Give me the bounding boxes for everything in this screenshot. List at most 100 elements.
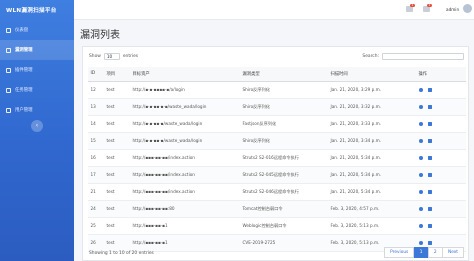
sidebar-item-label: 漏洞管理 [15,48,33,53]
trash-icon[interactable] [428,155,432,161]
row-vuln-type: Struts2 S2-046远程命令执行 [240,183,328,201]
vuln-table: ID 项目 目标资产 漏洞类型 扫描时间 操作 12 test http://▪·▪… [88,67,466,252]
row-project: test [104,132,130,150]
row-vuln-type: Struts2 S2-045远程命令执行 [240,166,328,184]
row-vuln-type: Shiro反序列化 [240,98,328,116]
info-icon[interactable] [418,189,423,195]
page-title: 漏洞列表 [80,30,120,41]
sidebar-item-plugins[interactable]: 插件管理 [0,60,74,80]
info-icon[interactable] [418,155,423,161]
row-id: 14 [88,115,104,133]
column-header[interactable]: 扫描时间 [328,67,416,82]
trash-icon[interactable] [428,121,432,127]
row-actions [416,217,466,235]
page-size-select[interactable]: 10 [103,53,120,60]
row-target: http://▪▪▪·▪▪·▪1 [130,234,240,252]
row-project: test [104,81,130,99]
table-row: 15 test http://▪·▪·▪▪·▪/waste_wada/login Sh… [88,132,466,150]
dashboard-icon [6,27,11,33]
search-control: Search: [362,53,464,60]
page-1-button[interactable]: 1 [413,247,429,258]
row-actions [416,132,466,150]
trash-icon[interactable] [428,223,432,229]
column-header[interactable]: 漏洞类型 [240,67,328,82]
column-header[interactable]: ID [88,67,104,82]
row-vuln-type: Tomcat控制台弱口令 [240,200,328,218]
row-project: test [104,98,130,116]
table-row: 24 test http://▪▪▪·▪▪·▪▪:80 Tomcat控制台弱口令 Feb… [88,200,466,218]
trash-icon[interactable] [428,138,432,144]
message-icon[interactable]: 1 [423,4,432,12]
pagination: Previous 1 2 Next [384,247,464,258]
notification-badge: 1 [410,4,415,8]
trash-icon[interactable] [428,172,432,178]
row-id: 17 [88,166,104,184]
info-icon[interactable] [418,121,423,127]
row-target: http://▪·▪·▪▪·▪·▪/waste_wada/login [130,98,240,116]
row-vuln-type: Shiro反序列化 [240,132,328,150]
trash-icon[interactable] [428,206,432,212]
sidebar-collapse-button[interactable]: ‹ [31,120,43,132]
row-scan-time: Feb. 3, 2020, 5:13 p.m. [328,217,416,235]
row-actions [416,98,466,116]
row-actions [416,81,466,99]
bug-icon [6,47,11,53]
info-icon[interactable] [418,138,423,144]
trash-icon[interactable] [428,189,432,195]
sidebar-item-label: 插件管理 [15,68,33,73]
info-icon[interactable] [418,172,423,178]
row-scan-time: Jan. 21, 2020, 5:34 p.m. [328,183,416,201]
info-icon[interactable] [418,240,423,246]
row-id: 13 [88,98,104,116]
row-target: http://▪▪▪·▪▪·▪▪/index.action [130,166,240,184]
row-scan-time: Jan. 21, 2020, 3:32 p.m. [328,98,416,116]
plugin-icon [6,67,11,73]
table-header-row: ID 项目 目标资产 漏洞类型 扫描时间 操作 [88,67,466,82]
row-scan-time: Jan. 21, 2020, 5:34 p.m. [328,166,416,184]
row-vuln-type: Struts2 S2-016远程命令执行 [240,149,328,167]
notification-icon[interactable]: 1 [406,4,415,12]
vuln-table-card: Show 10 entries Search: ID 项目 目标资产 漏洞类型 … [82,46,469,261]
info-icon[interactable] [418,206,423,212]
column-header[interactable]: 目标资产 [130,67,240,82]
table-row: 25 test http://▪▪▪·▪▪·▪1 Weblogic控制台弱口令 Feb.… [88,217,466,235]
row-vuln-type: Weblogic控制台弱口令 [240,217,328,235]
row-id: 12 [88,81,104,99]
row-vuln-type: Shiro反序列化 [240,81,328,99]
trash-icon[interactable] [428,87,432,93]
table-row: 21 test http://▪▪▪·▪▪·▪▪/index.action Strut… [88,183,466,201]
sidebar-item-label: 仪表盘 [15,28,29,33]
row-actions [416,166,466,184]
info-icon[interactable] [418,104,423,110]
row-target: http://▪▪▪·▪▪·▪▪/index.action [130,149,240,167]
row-target: http://▪▪▪·▪▪·▪▪:80 [130,200,240,218]
sidebar: WLN漏洞扫描平台 仪表盘 漏洞管理 插件管理 任务管理 用户管理 ‹ [0,0,74,261]
row-id: 15 [88,132,104,150]
column-header: 操作 [416,67,466,82]
page-2-button[interactable]: 2 [427,247,443,258]
user-name[interactable]: admin [446,7,459,12]
info-icon[interactable] [418,87,423,93]
search-input[interactable] [382,53,464,60]
previous-button[interactable]: Previous [384,247,415,258]
row-actions [416,115,466,133]
avatar[interactable] [463,4,472,13]
user-icon [6,107,11,113]
trash-icon[interactable] [428,240,432,246]
sidebar-item-vulns[interactable]: 漏洞管理 [0,40,74,60]
sidebar-item-label: 用户管理 [15,108,33,113]
message-badge: 1 [427,4,432,8]
sidebar-item-tasks[interactable]: 任务管理 [0,80,74,100]
next-button[interactable]: Next [441,247,464,258]
info-icon[interactable] [418,223,423,229]
trash-icon[interactable] [428,104,432,110]
column-header[interactable]: 项目 [104,67,130,82]
row-target: http://▪▪▪·▪▪·▪▪/index.action [130,183,240,201]
row-id: 24 [88,200,104,218]
table-row: 12 test http://▪·▪·▪▪▪▪·▪/a/login Shiro反序列化… [88,81,466,99]
row-project: test [104,149,130,167]
sidebar-item-dashboard[interactable]: 仪表盘 [0,20,74,40]
row-actions [416,183,466,201]
row-project: test [104,217,130,235]
sidebar-item-users[interactable]: 用户管理 [0,100,74,120]
